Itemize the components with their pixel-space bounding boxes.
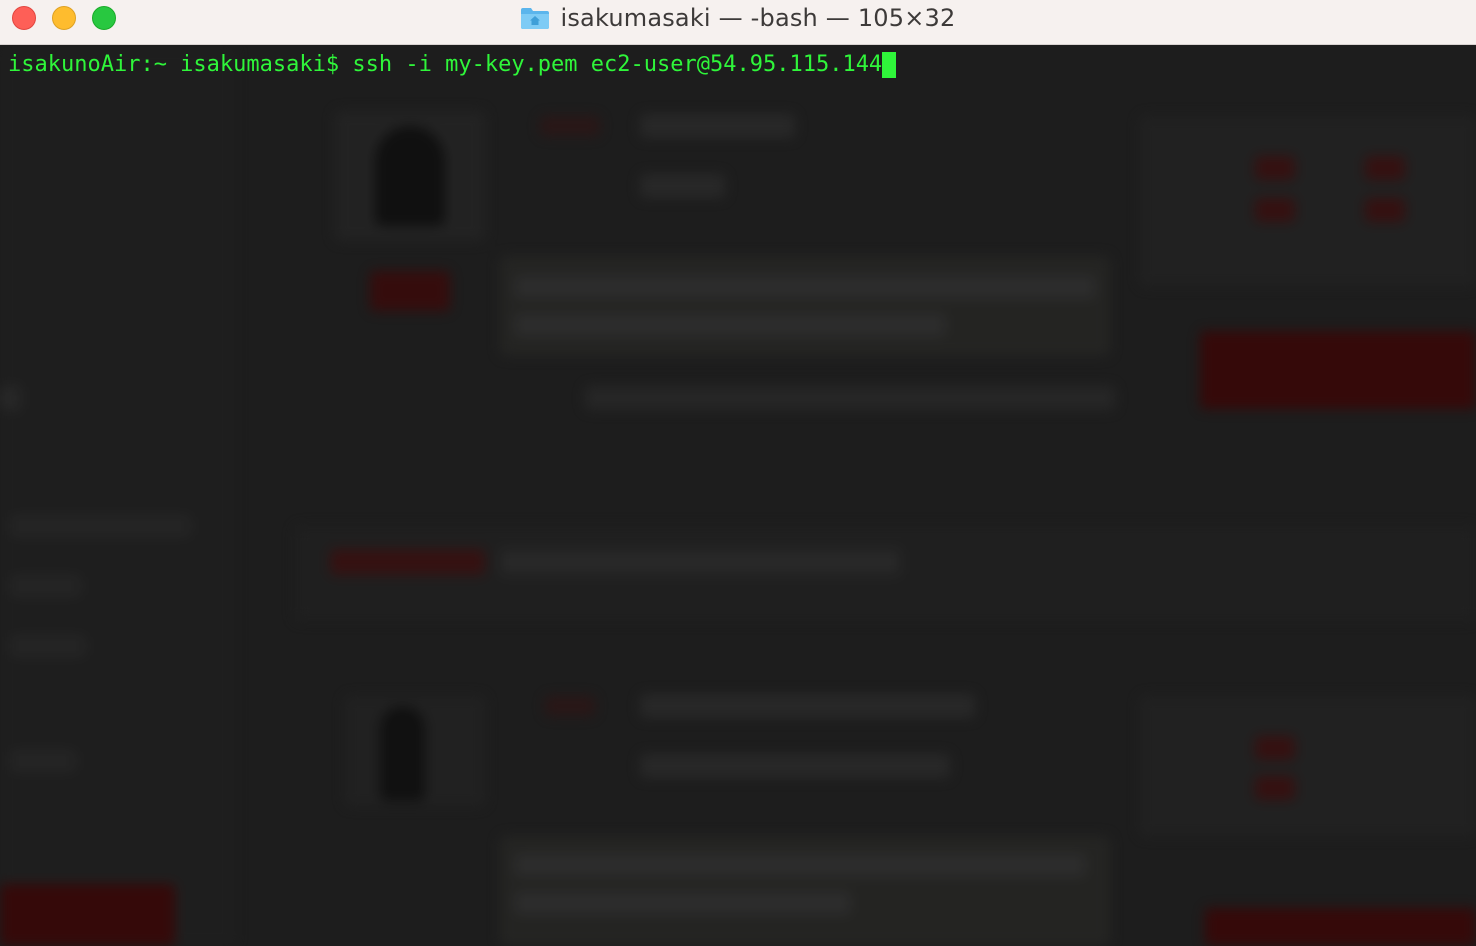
blurred-background [0,46,1476,946]
command-line[interactable]: isakunoAir:~ isakumasaki$ ssh -i my-key.… [8,52,897,78]
title-bar[interactable]: isakumasaki — -bash — 105×32 [0,0,1476,45]
terminal-content[interactable]: isakunoAir:~ isakumasaki$ ssh -i my-key.… [0,46,1476,946]
window-title: isakumasaki — -bash — 105×32 [560,4,956,32]
home-folder-icon [520,6,550,30]
terminal-window: isakumasaki — -bash — 105×32 isakunoAir:… [0,0,1476,946]
shell-prompt: isakunoAir:~ isakumasaki$ [8,52,353,77]
command-text: ssh -i my-key.pem ec2-user@54.95.115.144 [352,52,883,77]
text-cursor [882,52,897,78]
window-title-group: isakumasaki — -bash — 105×32 [0,0,1476,36]
